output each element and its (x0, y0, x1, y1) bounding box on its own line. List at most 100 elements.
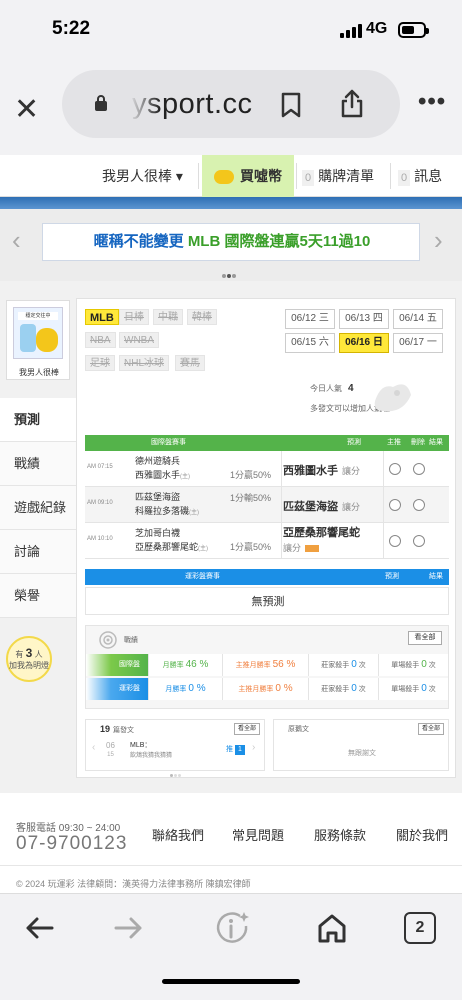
service-phone[interactable]: 07-9700123 (16, 833, 127, 855)
stats-row-lottery: 運彩盤 月勝率 0 % 主推月勝率 0 % 莊家殺手 0 次 單場殺手 0 次 (86, 678, 448, 700)
sport-tag-kbo[interactable]: 韓棒 (187, 309, 217, 325)
sport-tag-wnba[interactable]: WNBA (119, 332, 159, 348)
delete-radio[interactable] (413, 463, 425, 475)
home-radio[interactable] (389, 499, 401, 511)
back-icon[interactable] (22, 910, 58, 946)
site-footer: 客服電話 09:30 ~ 24:00 07-9700123 聯絡我們 常見問題 … (0, 793, 462, 893)
url-fade (130, 84, 160, 124)
month-rate-label: 月勝率 (165, 686, 187, 693)
sport-tag-mlb[interactable]: MLB (85, 309, 119, 325)
sidebar-item-honor[interactable]: 榮譽 (0, 574, 76, 618)
share-icon[interactable] (340, 88, 364, 118)
th-lottery-game: 運彩盤賽事 (185, 573, 220, 580)
sport-tag-cpbl[interactable]: 中職 (153, 309, 183, 325)
th-pick: 預測 (347, 439, 361, 446)
push-count: 1 (235, 745, 245, 755)
date-0613[interactable]: 06/13 四 (339, 309, 389, 329)
info-sparkle-icon[interactable] (214, 910, 250, 946)
chevron-left-icon[interactable]: ‹ (12, 225, 21, 256)
th-lottery-pick: 預測 (385, 573, 399, 580)
sport-tag-nba[interactable]: NBA (85, 332, 116, 348)
user-menu[interactable]: 我男人很棒 ▾ (102, 155, 183, 197)
sidebar-item-discussion[interactable]: 討論 (0, 530, 76, 574)
month-rate-value: 46 % (185, 659, 209, 670)
pick-team: 西雅圖水手 (283, 465, 338, 477)
home-icon[interactable] (314, 910, 350, 946)
coin-button[interactable]: 買噓幣 (202, 155, 294, 197)
close-icon[interactable]: ✕ (14, 92, 39, 127)
home-radio[interactable] (389, 463, 401, 475)
replies-panel: 原鵝文 看全部 無跟謝文 (273, 719, 449, 771)
chevron-right-icon[interactable]: › (252, 742, 255, 753)
lock-icon (95, 95, 107, 111)
footer-divider (0, 865, 462, 866)
date-0614[interactable]: 06/14 五 (393, 309, 443, 329)
stats-month-rate: 月勝率 46 % (148, 654, 222, 676)
sport-tag-nhl[interactable]: NHL冰球 (119, 355, 170, 371)
network-type: 4G (366, 20, 388, 37)
sidebar-item-game-log[interactable]: 遊戲紀錄 (0, 486, 76, 530)
game-pick: 亞歷桑那響尾蛇 讓分 (283, 526, 360, 556)
footer-link-terms[interactable]: 服務條款 (314, 825, 366, 844)
cart-link[interactable]: 0 購牌清單 (302, 155, 374, 197)
chevron-right-icon[interactable]: › (434, 225, 443, 256)
footer-link-contact[interactable]: 聯絡我們 (152, 825, 204, 844)
bulb-count: 3 (25, 646, 33, 660)
lottery-empty-row: 無預測 (85, 587, 449, 615)
site-header: 我男人很棒 ▾ 買噓幣 0 購牌清單 0 訊息 (0, 155, 462, 197)
more-icon[interactable]: ••• (418, 88, 446, 116)
forward-icon[interactable] (110, 910, 146, 946)
date-0612[interactable]: 06/12 三 (285, 309, 335, 329)
push-label: 推 (226, 746, 233, 753)
game-time: AM 09:10 (87, 500, 113, 506)
sport-tag-horse[interactable]: 賽馬 (175, 355, 205, 371)
announcement-banner[interactable]: 暱稱不能變更 MLB 國際盤連贏5天11過10 (42, 223, 420, 261)
address-bar[interactable]: ysport.cc (62, 70, 400, 138)
tabs-button[interactable]: 2 (404, 912, 436, 944)
chevron-left-icon[interactable]: ‹ (92, 742, 95, 753)
post-text[interactable]: 飲鴆我猜我猜猜 (130, 750, 172, 759)
pick-note: 讓分 (283, 543, 302, 553)
signal-icon (340, 24, 362, 38)
game-pick: 匹茲堡海盜 讓分 (283, 498, 360, 514)
bookmark-icon[interactable] (280, 92, 302, 118)
table-row: AM 10:10 芝加哥白襪 亞歷桑那響尾蛇(主) 1分贏50% 亞歷桑那響尾蛇讓… (85, 523, 449, 559)
replies-view-all-button[interactable]: 看全部 (418, 723, 444, 735)
posts-view-all-button[interactable]: 看全部 (234, 723, 260, 735)
visitor-count: 今日人氣 4 (310, 383, 354, 394)
banker-unit: 次 (358, 686, 366, 693)
sport-tag-soccer[interactable]: 足球 (85, 355, 115, 371)
bulb-icon[interactable]: 有 3 人 加我為明燈 (6, 636, 52, 682)
delete-radio[interactable] (413, 535, 425, 547)
team-home: 科羅拉多落磯 (135, 506, 190, 516)
stats-single-killer: 單場殺手 0 次 (378, 678, 448, 700)
sidebar-item-record[interactable]: 戰績 (0, 442, 76, 486)
footer-link-about[interactable]: 關於我們 (396, 825, 448, 844)
sport-tag-npb[interactable]: 日棒 (119, 309, 149, 325)
game-pick: 西雅圖水手 讓分 (283, 462, 360, 478)
home-radio[interactable] (389, 535, 401, 547)
main-rate-value: 56 % (272, 659, 296, 670)
sidebar-item-predict[interactable]: 預測 (0, 398, 76, 442)
home-mark: (主) (198, 546, 209, 552)
banker-label: 莊家殺手 (321, 662, 350, 669)
avatar-card[interactable]: 穩定交往中 我男人很棒 (6, 300, 70, 380)
game-time: AM 07:15 (87, 464, 113, 470)
team-away: 芝加哥白襪 (135, 528, 181, 538)
delete-radio[interactable] (413, 499, 425, 511)
date-0616[interactable]: 06/16 日 (339, 333, 389, 353)
bulb-prefix: 有 (15, 650, 24, 659)
banker-unit: 次 (358, 662, 366, 669)
message-link[interactable]: 0 訊息 (398, 155, 442, 197)
cart-label: 購牌清單 (318, 168, 375, 184)
date-0617[interactable]: 06/17 一 (393, 333, 443, 353)
avatar: 穩定交往中 (13, 307, 63, 359)
game-teams: 匹茲堡海盜 科羅拉多落磯(主) (135, 490, 199, 520)
footer-link-faq[interactable]: 常見問題 (232, 825, 284, 844)
stats-panel: 戰績 看全部 國際盤 月勝率 46 % 主推月勝率 56 % 莊家殺手 0 次 … (85, 625, 449, 709)
msg-count: 0 (398, 170, 411, 186)
date-0615[interactable]: 06/15 六 (285, 333, 335, 353)
stats-view-all-button[interactable]: 看全部 (408, 631, 442, 645)
th-game: 國際盤賽事 (151, 439, 186, 446)
post-dots (170, 764, 186, 777)
